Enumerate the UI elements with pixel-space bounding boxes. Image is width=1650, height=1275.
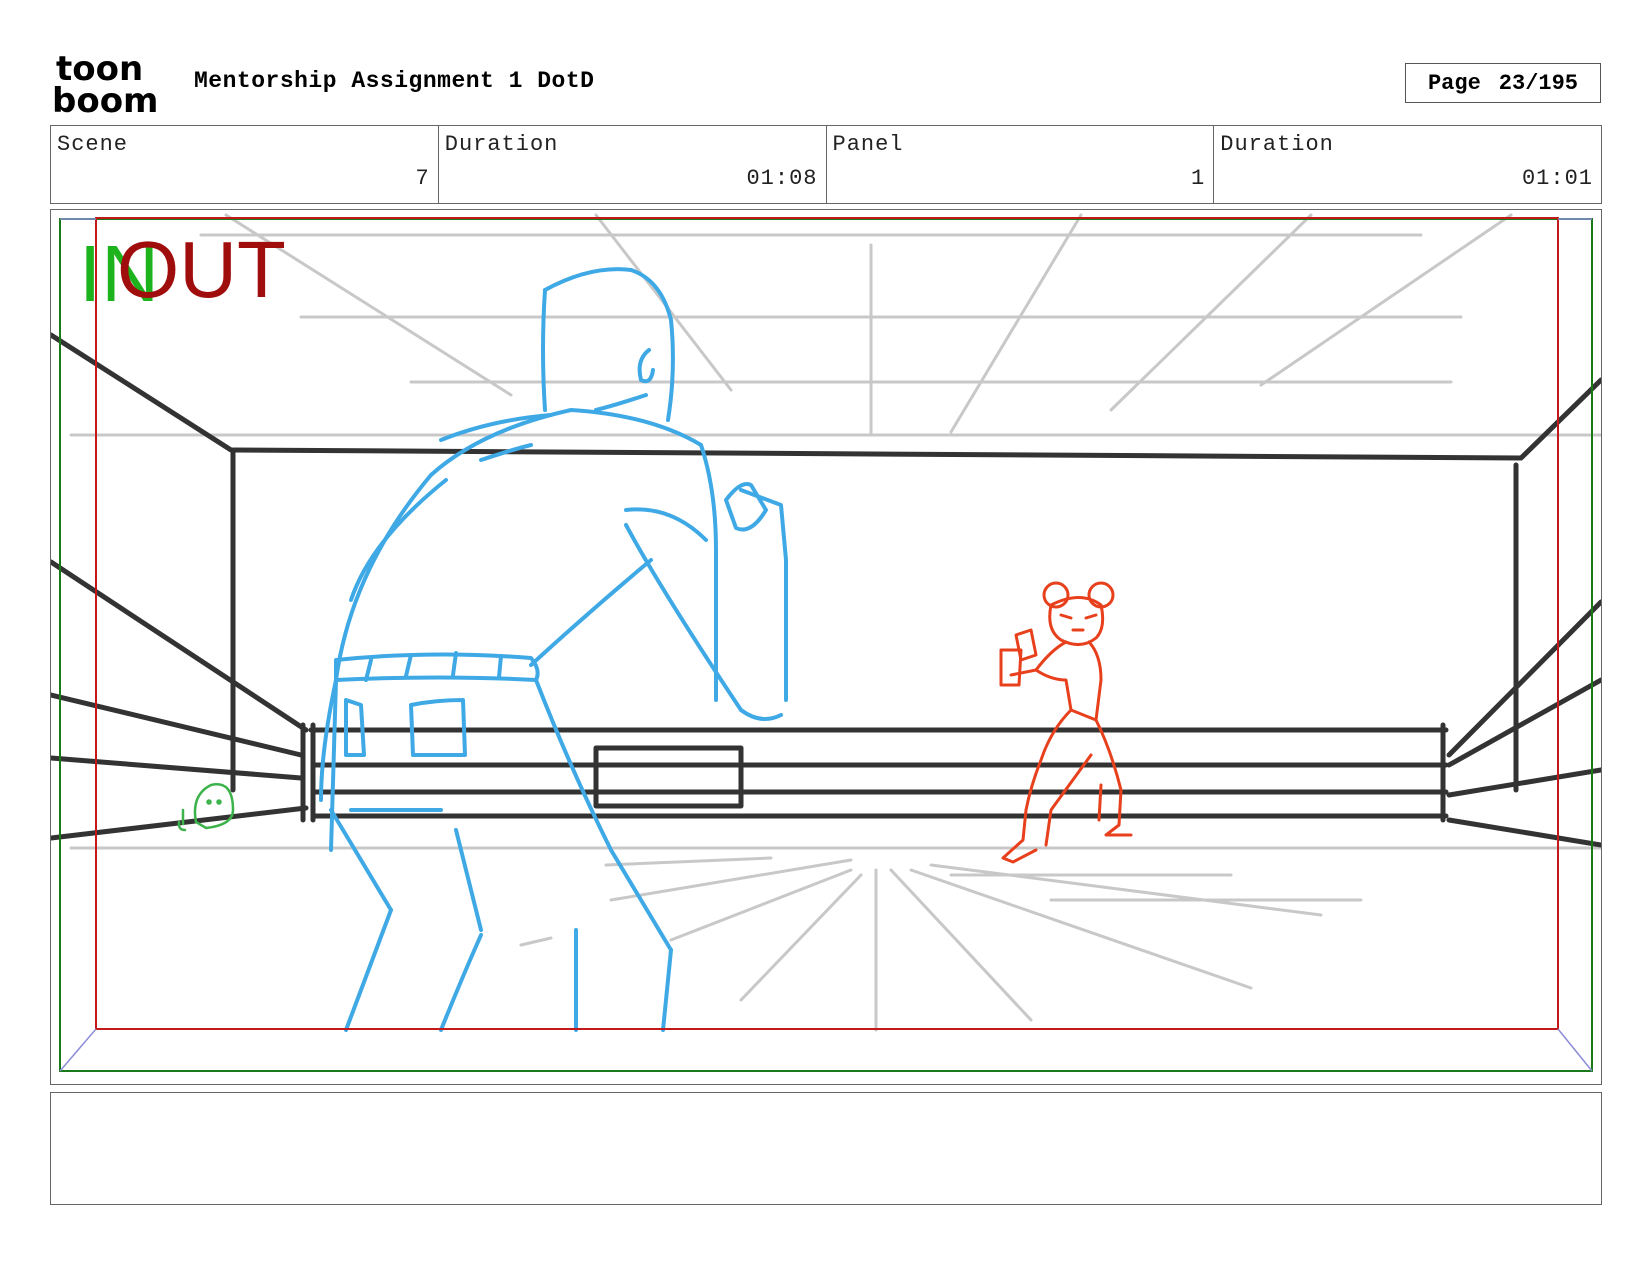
panel-label: Panel: [832, 132, 904, 157]
scene-label: Scene: [57, 132, 129, 157]
document-title: Mentorship Assignment 1 DotD: [194, 68, 595, 94]
panel-duration-value: 01:01: [1521, 166, 1593, 191]
page-number: 23/195: [1498, 70, 1579, 96]
inner-safe-frame: [95, 217, 1559, 1030]
panel-cell: Panel 1: [827, 126, 1215, 203]
storyboard-panel: IN OUT: [50, 209, 1602, 1085]
toon-boom-logo: toon boom: [52, 50, 158, 116]
scene-value: 7: [415, 166, 430, 191]
logo-text-bottom: boom: [52, 81, 158, 116]
panel-drawing: [51, 213, 1601, 1072]
page-indicator: Page 23/195: [1405, 63, 1601, 103]
boxing-ring: [51, 332, 1601, 848]
perspective-lines: [69, 213, 1601, 1032]
in-out-markers: IN OUT: [79, 230, 299, 314]
scene-duration-label: Duration: [444, 132, 559, 157]
panel-value: 1: [1191, 166, 1206, 191]
panel-duration-cell: Duration 01:01: [1214, 126, 1601, 203]
frame-corner-guides: [59, 218, 1593, 1072]
panel-notes-box[interactable]: [50, 1092, 1602, 1205]
scene-duration-cell: Duration 01:08: [439, 126, 827, 203]
panel-duration-label: Duration: [1220, 132, 1334, 157]
outer-safe-frame: [59, 218, 1593, 1072]
info-table: Scene 7 Duration 01:08 Panel 1 Duration …: [50, 125, 1602, 204]
page-label: Page: [1427, 70, 1481, 96]
out-marker: OUT: [117, 225, 286, 314]
scene-duration-value: 01:08: [746, 166, 818, 191]
background-character: [999, 581, 1133, 864]
scene-cell: Scene 7: [51, 126, 439, 203]
